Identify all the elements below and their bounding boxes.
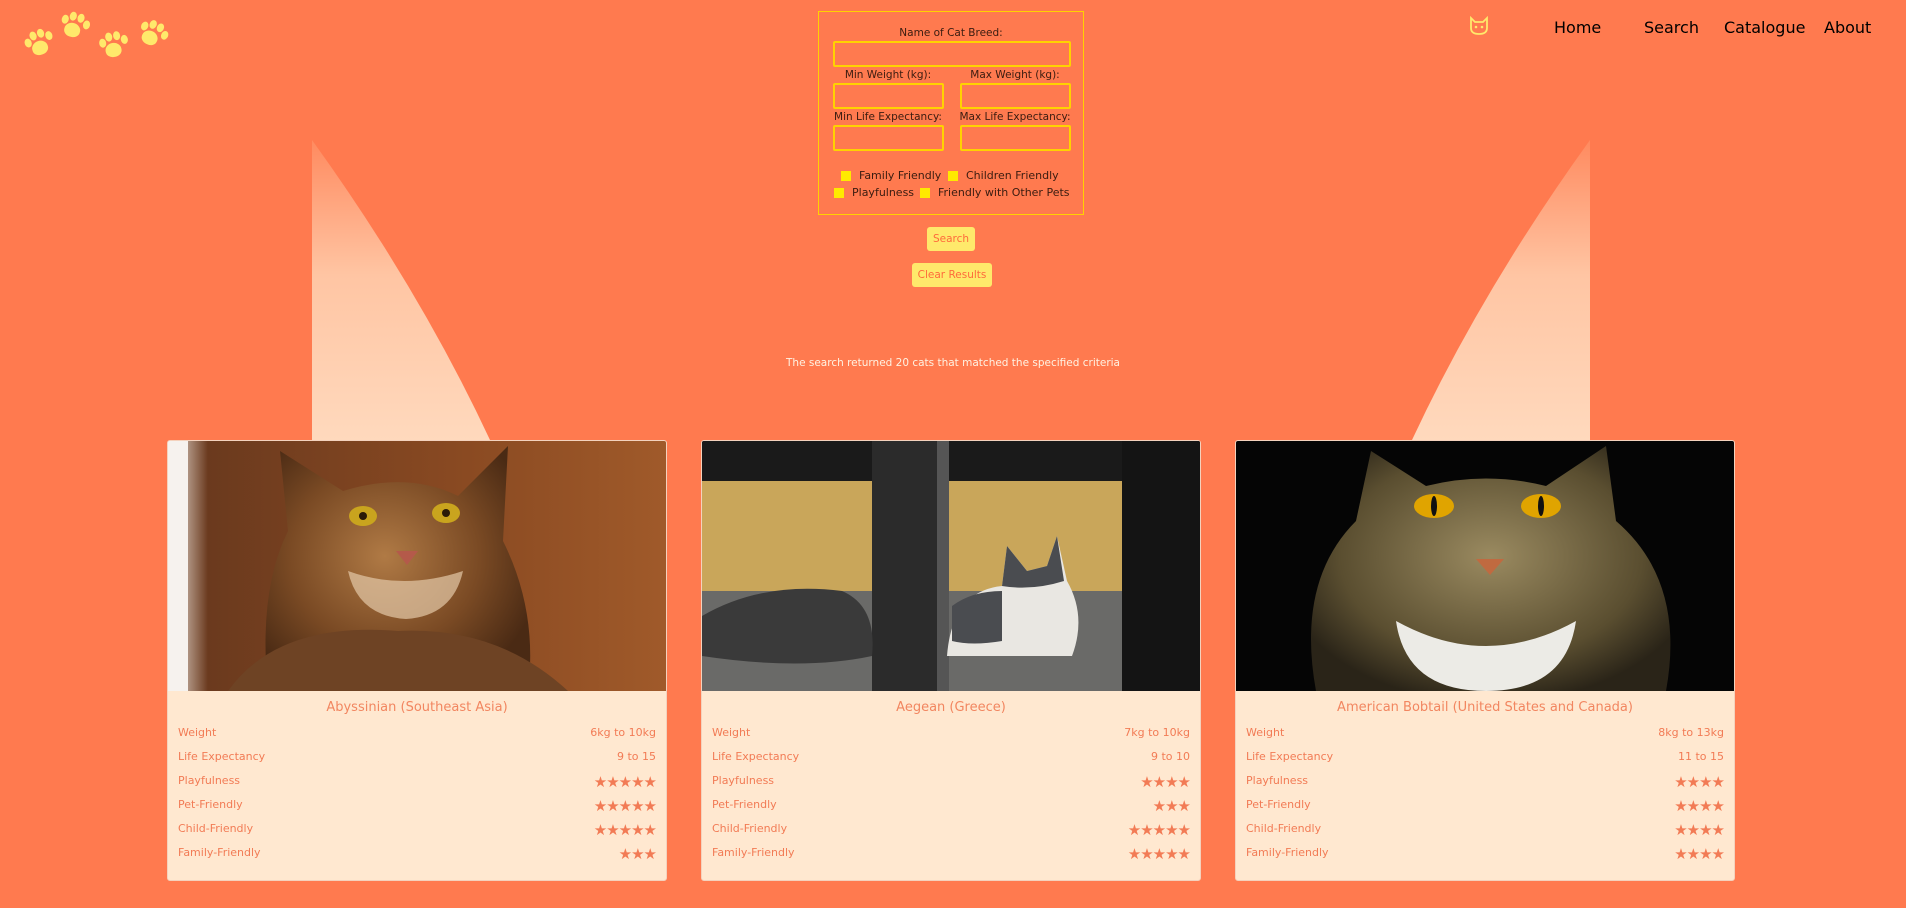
- row-label: Child-Friendly: [1246, 822, 1322, 835]
- life-row: Life Expectancy 9 to 15: [178, 750, 656, 768]
- row-label: Family-Friendly: [712, 846, 795, 859]
- pet-friendly-row: Pet-Friendly ★★★: [712, 797, 1191, 816]
- checkbox-label: Family Friendly: [859, 169, 942, 182]
- star-rating: ★★★★: [1674, 845, 1725, 863]
- min-weight-input[interactable]: [833, 83, 944, 109]
- star-rating: ★★★★: [1674, 797, 1725, 815]
- cat-photo-aegean: [702, 441, 1200, 691]
- pet-friendly-row: Pet-Friendly ★★★★: [1246, 797, 1725, 816]
- weight-row: Weight 6kg to 10kg: [178, 726, 656, 744]
- checkbox-icon[interactable]: [834, 187, 844, 198]
- row-label: Pet-Friendly: [712, 798, 777, 811]
- star-rating: ★★★★★: [1127, 821, 1191, 839]
- card-title: Abyssinian (Southeast Asia): [326, 700, 508, 715]
- row-label: Playfulness: [1246, 774, 1309, 787]
- cat-card[interactable]: American Bobtail (United States and Cana…: [1235, 440, 1735, 881]
- children-friendly-checkbox[interactable]: Children Friendly: [948, 169, 1059, 182]
- pet-friendly-row: Pet-Friendly ★★★★★: [178, 797, 657, 816]
- life-row: Life Expectancy 9 to 10: [712, 750, 1190, 768]
- row-label: Life Expectancy: [712, 750, 800, 763]
- row-label: Child-Friendly: [178, 822, 254, 835]
- other-pets-checkbox[interactable]: Friendly with Other Pets: [920, 186, 1070, 199]
- row-label: Family-Friendly: [178, 846, 261, 859]
- paw-prints-logo-icon: [18, 8, 178, 68]
- row-label: Pet-Friendly: [1246, 798, 1311, 811]
- card-title: Aegean (Greece): [896, 700, 1006, 715]
- cat-photo-american-bobtail: [1236, 441, 1734, 691]
- clear-results-button[interactable]: Clear Results: [912, 263, 992, 287]
- nav-search-link[interactable]: Search: [1644, 18, 1699, 37]
- max-life-input[interactable]: [960, 125, 1071, 151]
- playfulness-row: Playfulness ★★★★★: [178, 773, 657, 792]
- cat-card[interactable]: Abyssinian (Southeast Asia) Weight 6kg to…: [167, 440, 667, 881]
- row-label: Playfulness: [712, 774, 775, 787]
- star-rating: ★★★★★: [593, 773, 657, 791]
- checkbox-label: Friendly with Other Pets: [938, 186, 1070, 199]
- checkbox-label: Playfulness: [852, 186, 915, 199]
- life-value: 9 to 15: [616, 750, 656, 763]
- star-rating: ★★★★: [1674, 773, 1725, 791]
- playfulness-row: Playfulness ★★★★: [712, 773, 1191, 792]
- right-ear-decoration: [1412, 140, 1590, 440]
- cat-photo-abyssinian: [168, 441, 666, 691]
- nav-catalogue-link[interactable]: Catalogue: [1724, 18, 1805, 37]
- cat-card[interactable]: Aegean (Greece) Weight 7kg to 10kg Life E…: [701, 440, 1201, 881]
- star-rating: ★★★: [618, 845, 657, 863]
- child-friendly-row: Child-Friendly ★★★★★: [712, 821, 1191, 840]
- playfulness-checkbox[interactable]: Playfulness: [834, 186, 914, 199]
- row-label: Family-Friendly: [1246, 846, 1329, 859]
- row-label: Playfulness: [178, 774, 241, 787]
- family-friendly-row: Family-Friendly ★★★★★: [712, 845, 1191, 864]
- family-friendly-checkbox[interactable]: Family Friendly: [841, 169, 941, 182]
- row-label: Pet-Friendly: [178, 798, 243, 811]
- row-label: Life Expectancy: [178, 750, 266, 763]
- checkbox-icon[interactable]: [920, 187, 930, 198]
- row-label: Weight: [1246, 726, 1285, 739]
- max-weight-input[interactable]: [960, 83, 1071, 109]
- life-row: Life Expectancy 11 to 15: [1246, 750, 1724, 768]
- child-friendly-row: Child-Friendly ★★★★: [1246, 821, 1725, 840]
- weight-row: Weight 7kg to 10kg: [712, 726, 1190, 744]
- playfulness-row: Playfulness ★★★★: [1246, 773, 1725, 792]
- min-life-input[interactable]: [833, 125, 944, 151]
- left-ear-decoration: [312, 140, 490, 440]
- max-weight-label: Max Weight (kg):: [970, 69, 1060, 81]
- weight-value: 6kg to 10kg: [590, 726, 656, 739]
- star-rating: ★★★★★: [593, 797, 657, 815]
- life-value: 9 to 10: [1150, 750, 1190, 763]
- weight-row: Weight 8kg to 13kg: [1246, 726, 1724, 744]
- family-friendly-row: Family-Friendly ★★★: [178, 845, 657, 864]
- checkbox-icon[interactable]: [948, 170, 958, 181]
- min-life-label: Min Life Expectancy:: [834, 111, 942, 123]
- breed-name-input[interactable]: [833, 41, 1071, 67]
- nav-about-link[interactable]: About: [1824, 18, 1871, 37]
- star-rating: ★★★★★: [1127, 845, 1191, 863]
- weight-value: 7kg to 10kg: [1124, 726, 1190, 739]
- card-title: American Bobtail (United States and Cana…: [1337, 700, 1633, 715]
- row-label: Weight: [178, 726, 217, 739]
- star-rating: ★★★: [1152, 797, 1191, 815]
- cat-face-icon[interactable]: [1468, 14, 1490, 36]
- life-value: 11 to 15: [1677, 750, 1724, 763]
- star-rating: ★★★★: [1140, 773, 1191, 791]
- max-life-label: Max Life Expectancy:: [959, 111, 1071, 123]
- result-count-message: The search returned 20 cats that matched…: [786, 357, 1120, 369]
- min-weight-label: Min Weight (kg):: [844, 69, 932, 81]
- breed-name-label: Name of Cat Breed:: [899, 27, 1003, 39]
- weight-value: 8kg to 13kg: [1658, 726, 1724, 739]
- family-friendly-row: Family-Friendly ★★★★: [1246, 845, 1725, 864]
- row-label: Child-Friendly: [712, 822, 788, 835]
- checkbox-icon[interactable]: [841, 170, 851, 181]
- search-button[interactable]: Search: [927, 227, 975, 251]
- child-friendly-row: Child-Friendly ★★★★★: [178, 821, 657, 840]
- star-rating: ★★★★: [1674, 821, 1725, 839]
- checkbox-label: Children Friendly: [966, 169, 1059, 182]
- row-label: Weight: [712, 726, 751, 739]
- star-rating: ★★★★★: [593, 821, 657, 839]
- row-label: Life Expectancy: [1246, 750, 1334, 763]
- nav-home-link[interactable]: Home: [1554, 18, 1601, 37]
